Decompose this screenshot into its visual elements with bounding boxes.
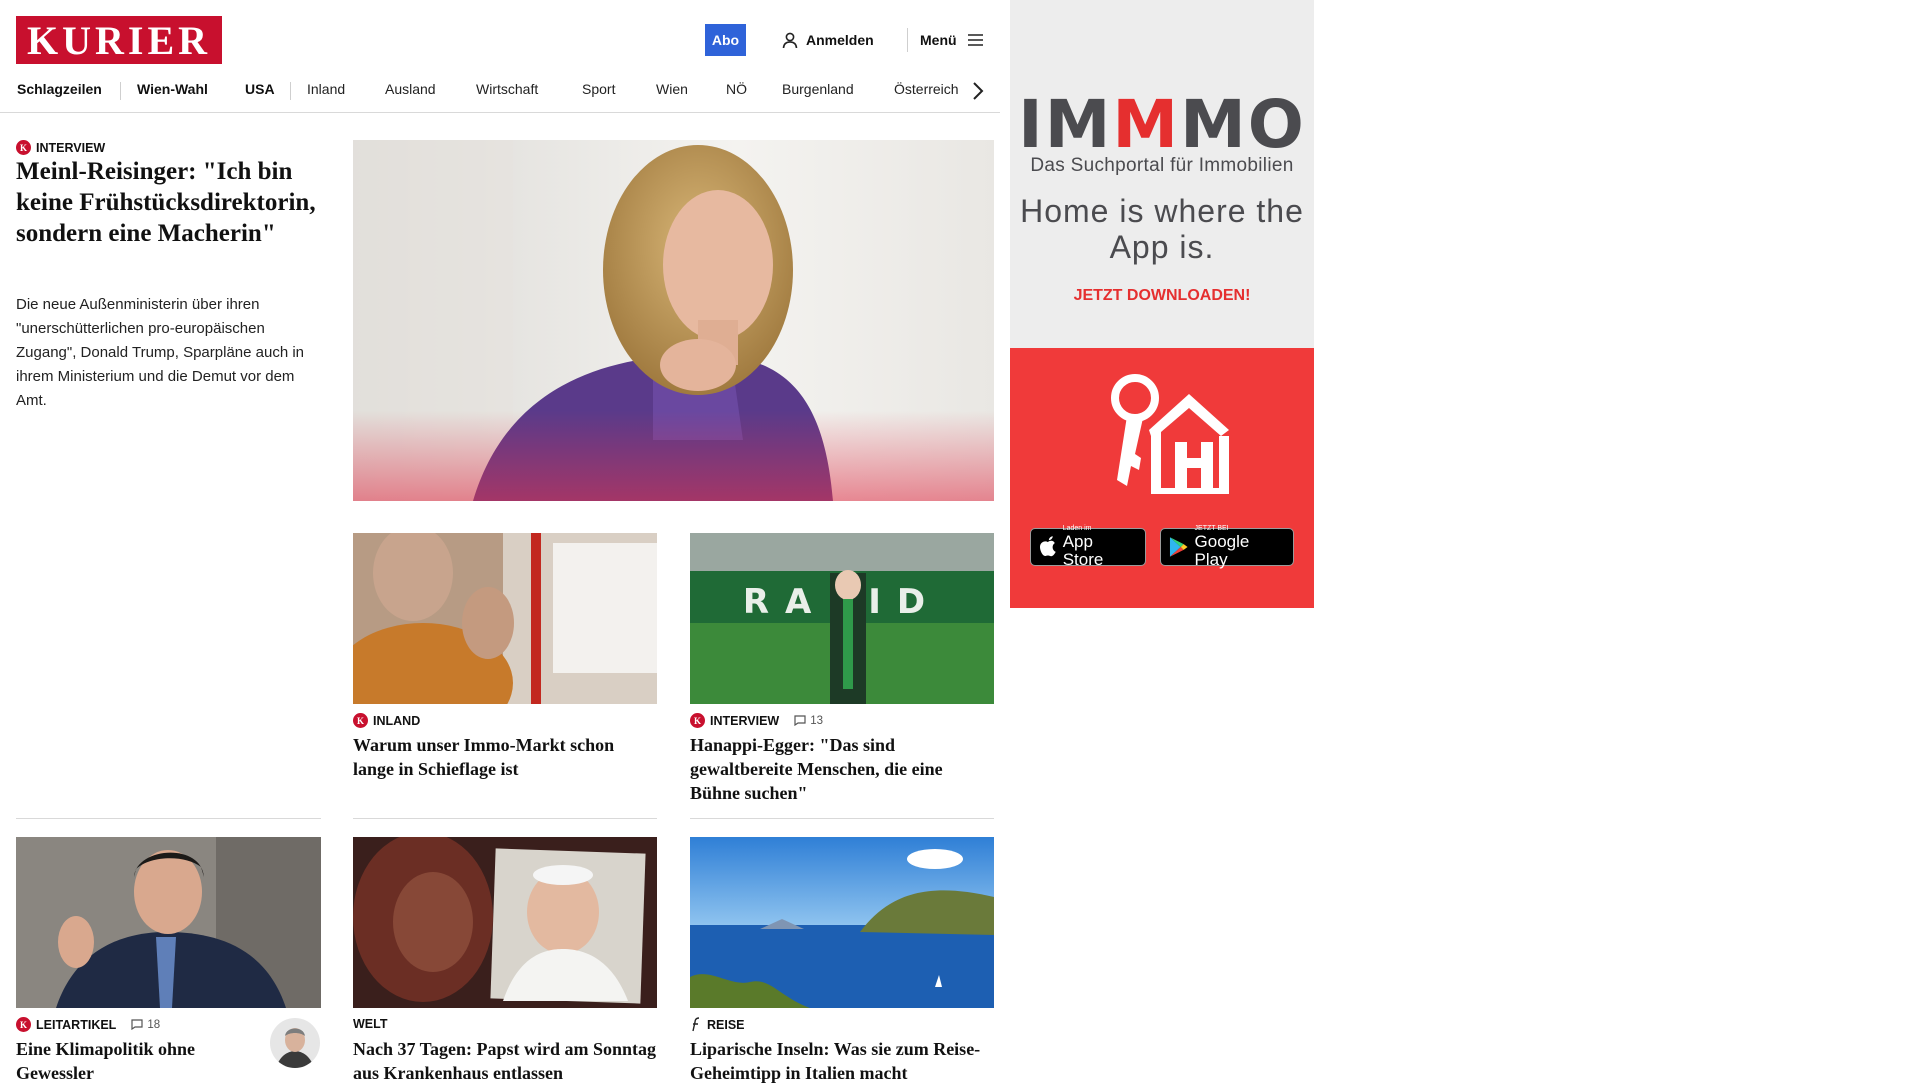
kicker-label: INTERVIEW <box>710 713 780 728</box>
google-play-label: Google Play <box>1194 532 1250 569</box>
ad-top-panel: IMMMO Das Suchportal für Immobilien Home… <box>1010 0 1314 348</box>
portrait-photo <box>353 140 994 501</box>
card-headline[interactable]: Warum unser Immo-Markt schon lange in Sc… <box>353 733 657 781</box>
card-kicker[interactable]: WELT <box>353 1017 387 1031</box>
app-store-label: App Store <box>1062 532 1104 569</box>
menu-button[interactable]: Menü <box>920 28 984 52</box>
freizeit-f-icon <box>692 1017 700 1032</box>
user-icon <box>782 32 798 48</box>
nav-separator <box>290 82 291 100</box>
card-image-klima[interactable] <box>16 837 321 1008</box>
card-image-papst[interactable] <box>353 837 657 1008</box>
kicker-label: REISE <box>707 1017 745 1032</box>
kurier-k-badge: K <box>690 713 705 728</box>
chevron-right-icon[interactable] <box>968 78 988 104</box>
google-play-button[interactable]: JETZT BEI Google Play <box>1160 525 1294 569</box>
author-avatar[interactable] <box>270 1018 320 1068</box>
stadium-photo: RAPID <box>690 533 994 704</box>
nav-item-oesterreich[interactable]: Österreich <box>894 81 959 97</box>
card-headline[interactable]: Hanappi-Egger: "Das sind gewaltbereite M… <box>690 733 994 805</box>
island-photo <box>690 837 994 1008</box>
card-kicker[interactable]: K INLAND <box>353 713 420 728</box>
login-label: Anmelden <box>806 32 874 48</box>
comment-count-value: 13 <box>810 714 824 727</box>
app-store-button[interactable]: Laden im App Store <box>1030 525 1146 569</box>
kicker-label: LEITARTIKEL <box>36 1017 117 1032</box>
lead-kicker[interactable]: K INTERVIEW <box>16 140 105 155</box>
kicker-label: WELT <box>353 1017 388 1031</box>
house-key-icon <box>1111 374 1229 494</box>
nav-item-wien-wahl[interactable]: Wien-Wahl <box>137 81 208 97</box>
card-headline[interactable]: Nach 37 Tagen: Papst wird am Sonntag aus… <box>353 1037 657 1085</box>
section-nav: Schlagzeilen Wien-Wahl USA Inland Auslan… <box>0 70 1000 113</box>
divider <box>16 818 321 819</box>
kicker-label: INTERVIEW <box>36 140 106 155</box>
header-divider <box>907 28 908 52</box>
avatar <box>270 1018 320 1068</box>
login-button[interactable]: Anmelden <box>782 28 874 52</box>
comment-icon <box>131 1019 143 1030</box>
card-image-immo[interactable] <box>353 533 657 704</box>
carpenter-photo <box>353 533 657 704</box>
nav-item-sport[interactable]: Sport <box>582 81 615 97</box>
nav-item-ausland[interactable]: Ausland <box>385 81 436 97</box>
nav-item-wien[interactable]: Wien <box>656 81 688 97</box>
nav-item-usa[interactable]: USA <box>245 81 275 97</box>
politician-photo <box>16 837 321 1008</box>
comment-count[interactable]: 13 <box>794 715 823 727</box>
comment-icon <box>794 715 806 726</box>
card-kicker[interactable]: REISE <box>690 1017 745 1032</box>
nav-separator <box>120 82 121 100</box>
kurier-k-badge: K <box>16 1017 31 1032</box>
ad-tagline: Das Suchportal für Immobilien <box>1030 155 1294 176</box>
lead-teaser: Die neue Außenministerin über ihren "une… <box>16 296 305 409</box>
divider <box>690 818 994 819</box>
kurier-k-badge: K <box>16 140 31 155</box>
card-kicker[interactable]: K LEITARTIKEL 18 <box>16 1017 160 1032</box>
abo-button[interactable]: Abo <box>705 24 746 56</box>
google-play-icon <box>1169 537 1188 557</box>
card-image-reise[interactable] <box>690 837 994 1008</box>
lead-image[interactable] <box>353 140 994 501</box>
ad-brand-logo: IMMMO <box>1018 86 1306 163</box>
nav-item-burgenland[interactable]: Burgenland <box>782 81 854 97</box>
kurier-logo[interactable]: KURIER <box>16 16 222 64</box>
nav-item-inland[interactable]: Inland <box>307 81 345 97</box>
ad-slogan: Home is where the App is. <box>1020 193 1304 265</box>
comment-count[interactable]: 18 <box>131 1019 160 1031</box>
nav-item-noe[interactable]: NÖ <box>726 81 747 97</box>
card-headline[interactable]: Liparische Inseln: Was sie zum Reise-Geh… <box>690 1037 994 1085</box>
pope-photo <box>353 837 657 1008</box>
menu-label: Menü <box>920 32 957 48</box>
nav-item-schlagzeilen[interactable]: Schlagzeilen <box>17 81 102 97</box>
kurier-k-badge: K <box>353 713 368 728</box>
apple-icon <box>1039 536 1056 557</box>
nav-item-wirtschaft[interactable]: Wirtschaft <box>476 81 538 97</box>
lead-headline[interactable]: Meinl-Reisinger: "Ich bin keine Frühstüc… <box>16 156 316 249</box>
kicker-label: INLAND <box>373 713 421 728</box>
hamburger-menu-icon <box>967 34 983 46</box>
immmo-ad[interactable]: IMMMO Das Suchportal für Immobilien Home… <box>1010 0 1314 608</box>
comment-count-value: 18 <box>147 1018 161 1031</box>
ad-download-cta[interactable]: JETZT DOWNLOADEN! <box>1010 287 1314 305</box>
divider <box>353 818 657 819</box>
card-kicker[interactable]: K INTERVIEW 13 <box>690 713 823 728</box>
card-headline[interactable]: Eine Klimapolitik ohne Gewessler <box>16 1037 256 1085</box>
card-image-rapid[interactable]: RAPID <box>690 533 994 704</box>
ad-bottom-panel: Laden im App Store JETZT BEI Google Play <box>1010 348 1314 608</box>
